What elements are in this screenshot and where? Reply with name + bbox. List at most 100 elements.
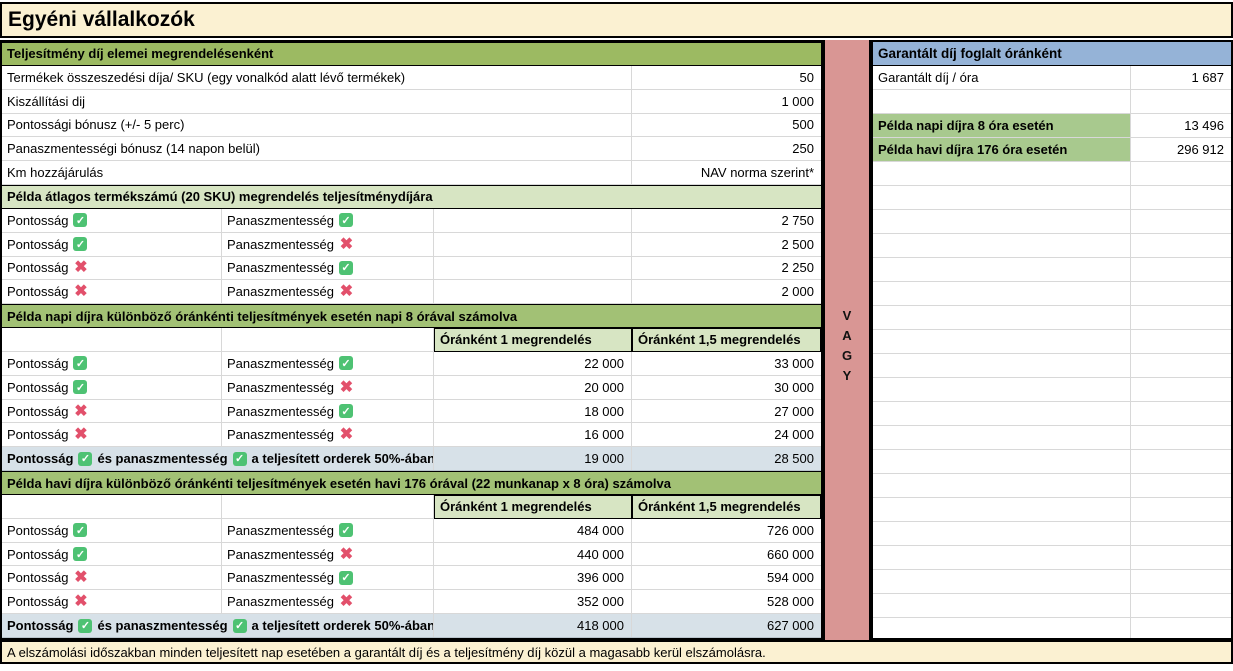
cross-icon: ✖ [73, 570, 88, 585]
amount-value: 27 000 [632, 400, 821, 423]
amount-value: 660 000 [632, 543, 821, 566]
table-row: Példa havi díjra 176 óra esetén 296 912 [873, 138, 1231, 162]
fee-value: 500 [632, 114, 821, 137]
status-row: Pontosság✖ Panaszmentesség✖ 352 000 528 … [2, 590, 821, 614]
status-label: Panaszmentesség [227, 523, 334, 538]
summary-label-part: Pontosság [7, 451, 73, 466]
guaranteed-fee-label: Garantált díj / óra [873, 66, 1131, 90]
summary-label-part: a teljesített orderek 50%-ában [252, 618, 434, 633]
section-header-row: Teljesítmény díj elemei megrendelésenkén… [2, 42, 821, 66]
cross-icon: ✖ [339, 237, 354, 252]
panaszmentesseg-cell: Panaszmentesség✓ [222, 519, 434, 542]
pontossag-cell: Pontosság✓ [2, 519, 222, 542]
performance-fee-table: Teljesítmény díj elemei megrendelésenkén… [0, 40, 823, 640]
fee-value: NAV norma szerint* [632, 161, 821, 184]
fee-row: Km hozzájárulás NAV norma szerint* [2, 161, 821, 185]
section-header-avg-order: Példa átlagos termékszámú (20 SKU) megre… [2, 186, 821, 208]
status-row: Pontosság ✖ Panaszmentesség✓ 18 000 27 00… [2, 400, 821, 424]
amount-value: 2 500 [632, 233, 821, 256]
amount-value: 22 000 [434, 352, 632, 375]
status-row: Pontosság✖ Panaszmentesség✓ 396 000 594 … [2, 566, 821, 590]
fee-label: Termékek összeszedési díja/ SKU (egy von… [2, 66, 632, 89]
status-row: Pontosság✓ Panaszmentesség ✓ 2 750 [2, 209, 821, 233]
panaszmentesseg-cell: Panaszmentesség ✖ [222, 423, 434, 446]
section-header-fee-elements: Teljesítmény díj elemei megrendelésenkén… [2, 43, 821, 65]
monthly-example-value: 296 912 [1131, 138, 1231, 162]
fee-label: Kiszállítási dij [2, 90, 632, 113]
status-row: Pontosság✓ Panaszmentesség✖ 440 000 660 … [2, 543, 821, 567]
summary-value: 28 500 [632, 447, 821, 470]
empty-cell [434, 280, 632, 303]
amount-value: 726 000 [632, 519, 821, 542]
cross-icon: ✖ [73, 404, 88, 419]
status-label: Panaszmentesség [227, 427, 334, 442]
status-row: Pontosság✖ Panaszmentesség✖ 2 000 [2, 280, 821, 304]
empty-cell [434, 257, 632, 280]
status-label: Panaszmentesség [227, 356, 334, 371]
status-row: Pontosság✓ Panaszmentesség ✖ 2 500 [2, 233, 821, 257]
cross-icon: ✖ [339, 427, 354, 442]
pontossag-cell: Pontosság✖ [2, 280, 222, 303]
amount-value: 30 000 [632, 376, 821, 399]
amount-value: 352 000 [434, 590, 632, 613]
amount-value: 440 000 [434, 543, 632, 566]
summary-value: 627 000 [632, 614, 821, 637]
status-row: Pontosság✓ Panaszmentesség✓ 22 000 33 00… [2, 352, 821, 376]
status-label: Pontosság [7, 404, 68, 419]
amount-value: 18 000 [434, 400, 632, 423]
status-label: Pontosság [7, 594, 68, 609]
empty-cell [1131, 90, 1231, 114]
amount-value: 2 250 [632, 257, 821, 280]
check-icon: ✓ [78, 619, 92, 633]
check-icon: ✓ [233, 452, 247, 466]
pontossag-cell: Pontosság✓ [2, 233, 222, 256]
status-label: Pontosság [7, 213, 68, 228]
check-icon: ✓ [73, 237, 87, 251]
status-label: Panaszmentesség [227, 404, 334, 419]
column-header-1-5-order: Óránként 1,5 megrendelés [632, 328, 821, 352]
panaszmentesseg-cell: Panaszmentesség✓ [222, 400, 434, 423]
check-icon: ✓ [73, 380, 87, 394]
section-header-monthly: Példa havi díjra különböző óránkénti tel… [2, 472, 821, 494]
empty-cell [434, 233, 632, 256]
amount-value: 33 000 [632, 352, 821, 375]
pontossag-cell: Pontosság✓ [2, 209, 222, 232]
empty-cell [873, 90, 1131, 114]
check-icon: ✓ [339, 356, 353, 370]
status-label: Panaszmentesség [227, 380, 334, 395]
check-icon: ✓ [339, 261, 353, 275]
summary-label: Pontosság✓és panaszmentesség✓a teljesíte… [2, 447, 434, 470]
status-label: Panaszmentesség [227, 237, 334, 252]
footer-note-text: A elszámolási időszakban minden teljesít… [7, 645, 766, 660]
check-icon: ✓ [73, 356, 87, 370]
check-icon: ✓ [339, 213, 353, 227]
amount-value: 2 750 [632, 209, 821, 232]
column-header-1-order: Óránként 1 megrendelés [434, 328, 632, 352]
vagy-or-divider: V A G Y [823, 40, 871, 640]
amount-value: 396 000 [434, 566, 632, 589]
summary-label: Pontosság✓és panaszmentesség✓a teljesíte… [2, 614, 434, 637]
vagy-label: V A G Y [842, 306, 852, 386]
panaszmentesseg-cell: Panaszmentesség ✖ [222, 376, 434, 399]
guaranteed-fee-header: Garantált díj foglalt óránként [873, 42, 1231, 66]
cross-icon: ✖ [339, 380, 354, 395]
amount-value: 16 000 [434, 423, 632, 446]
section-header-row: Példa napi díjra különböző óránkénti tel… [2, 304, 821, 328]
status-label: Pontosság [7, 570, 68, 585]
fee-value: 1 000 [632, 90, 821, 113]
panaszmentesseg-cell: Panaszmentesség✓ [222, 257, 434, 280]
empty-grid-area [873, 162, 1231, 638]
status-label: Panaszmentesség [227, 213, 334, 228]
status-label: Panaszmentesség [227, 284, 334, 299]
check-icon: ✓ [233, 619, 247, 633]
guaranteed-fee-value: 1 687 [1131, 66, 1231, 90]
column-header-row: Óránként 1 megrendelés Óránként 1,5 megr… [2, 328, 821, 352]
summary-label-part: és panaszmentesség [97, 451, 227, 466]
panaszmentesseg-cell: Panaszmentesség✖ [222, 543, 434, 566]
check-icon: ✓ [78, 452, 92, 466]
footer-note: A elszámolási időszakban minden teljesít… [0, 640, 1233, 664]
panaszmentesseg-cell: Panaszmentesség ✓ [222, 352, 434, 375]
status-label: Pontosság [7, 380, 68, 395]
cross-icon: ✖ [73, 260, 88, 275]
pontossag-cell: Pontosság ✖ [2, 400, 222, 423]
